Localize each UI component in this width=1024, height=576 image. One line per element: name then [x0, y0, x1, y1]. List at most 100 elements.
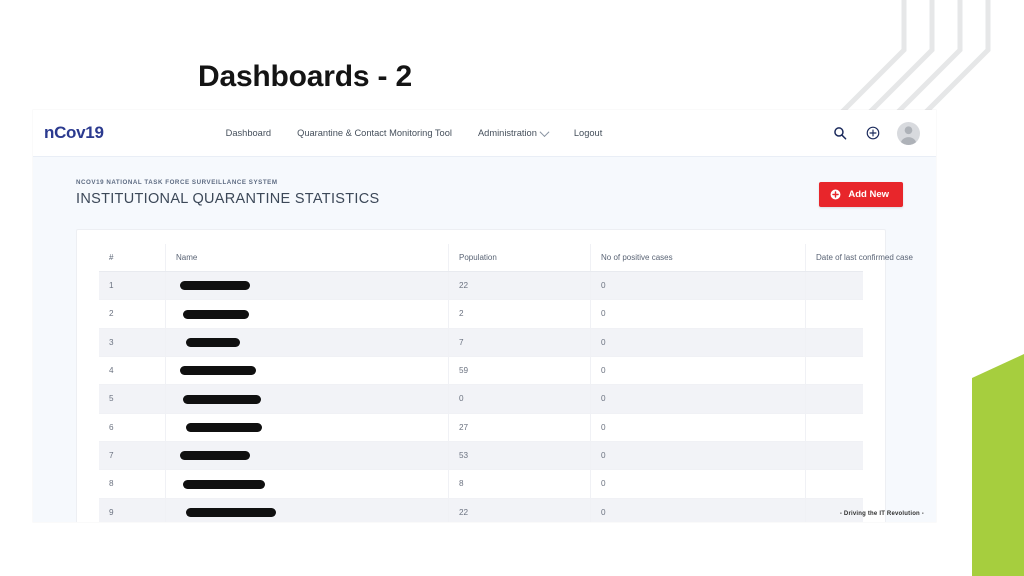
cell-positive-cases: 0 — [590, 441, 806, 471]
nav-item-administration[interactable]: Administration — [477, 126, 550, 138]
column-header-population[interactable]: Population — [448, 244, 591, 272]
cell-name-redacted — [165, 328, 449, 357]
cell-last-confirmed — [805, 299, 863, 329]
table-body: 1 22 0 2 2 0 3 7 0 4 59 0 5 0 0 6 27 0 7 53 0 8 8 0 9 22 0 — [99, 271, 863, 522]
redaction-mark — [183, 479, 265, 489]
cell-population: 22 — [448, 271, 591, 301]
cell-positive-cases: 0 — [590, 356, 806, 386]
column-header-last-confirmed[interactable]: Date of last confirmed case — [805, 244, 913, 272]
cell-index: 5 — [99, 384, 166, 414]
chevron-down-icon — [539, 126, 550, 137]
avatar[interactable] — [897, 121, 920, 145]
cell-population: 22 — [448, 498, 591, 522]
column-header-name[interactable]: Name — [165, 244, 449, 272]
cell-name-redacted — [165, 498, 449, 522]
cell-index: 9 — [99, 498, 166, 522]
table-row[interactable]: 4 59 0 — [99, 356, 863, 386]
cell-name-redacted — [165, 356, 449, 386]
cell-index: 3 — [99, 328, 166, 357]
cell-population: 53 — [448, 441, 591, 471]
plus-circle-icon[interactable] — [864, 124, 882, 142]
table-header: # Name Population No of positive cases D… — [99, 244, 913, 272]
nav-item-logout[interactable]: Logout — [574, 128, 602, 138]
cell-index: 4 — [99, 356, 166, 386]
nav-item-label: Logout — [573, 128, 603, 138]
cell-last-confirmed — [805, 271, 863, 301]
cell-population: 8 — [448, 469, 591, 499]
nav-item-label: Administration — [477, 128, 537, 138]
table-row[interactable]: 7 53 0 — [99, 441, 863, 471]
page-title: Dashboards - 2 — [198, 60, 412, 93]
cell-positive-cases: 0 — [590, 384, 806, 414]
redaction-mark — [180, 366, 256, 376]
footer-tagline: - Driving the IT Revolution - — [839, 511, 924, 517]
cell-index: 8 — [99, 469, 166, 499]
cell-name-redacted — [165, 413, 449, 442]
cell-last-confirmed — [805, 328, 863, 357]
cell-name-redacted — [165, 469, 449, 499]
top-navbar: nCov19 Dashboard Quarantine & Contact Mo… — [33, 110, 936, 157]
add-new-button[interactable]: Add New — [819, 182, 903, 207]
cell-positive-cases: 0 — [590, 413, 806, 442]
redaction-mark — [186, 422, 262, 432]
table-row[interactable]: 880 — [99, 469, 863, 499]
page-header: NCOV19 NATIONAL TASK FORCE SURVEILLANCE … — [33, 157, 936, 207]
column-header-positive-cases[interactable]: No of positive cases — [590, 244, 806, 272]
cell-positive-cases: 0 — [590, 299, 806, 329]
table-header-row: # Name Population No of positive cases D… — [99, 244, 913, 272]
table-row[interactable]: 1 22 0 — [99, 271, 863, 301]
green-accent-shape — [972, 354, 1024, 576]
quarantine-statistics-table: # Name Population No of positive cases D… — [99, 244, 913, 522]
table-row[interactable]: 3 70 — [99, 328, 863, 357]
system-eyebrow-label: NCOV19 NATIONAL TASK FORCE SURVEILLANCE … — [76, 179, 278, 186]
embedded-screenshot: nCov19 Dashboard Quarantine & Contact Mo… — [33, 110, 936, 522]
table-row[interactable]: 220 — [99, 299, 863, 329]
cell-last-confirmed — [805, 469, 863, 499]
cell-name-redacted — [165, 441, 449, 471]
cell-population: 7 — [448, 328, 591, 357]
cell-index: 6 — [99, 413, 166, 442]
column-header-index[interactable]: # — [99, 244, 166, 272]
plus-circle-icon — [830, 189, 841, 200]
nav-links: Dashboard Quarantine & Contact Monitorin… — [226, 126, 602, 138]
cell-population: 2 — [448, 299, 591, 329]
cell-name-redacted — [165, 384, 449, 414]
table-row[interactable]: 5 00 — [99, 384, 863, 414]
table-row[interactable]: 6 27 0 — [99, 413, 863, 442]
cell-last-confirmed — [805, 413, 863, 442]
redaction-mark — [183, 309, 249, 319]
page-body: NCOV19 NATIONAL TASK FORCE SURVEILLANCE … — [33, 157, 936, 522]
redaction-mark — [180, 281, 250, 291]
nav-actions — [831, 121, 920, 145]
cell-index: 1 — [99, 271, 166, 301]
cell-index: 2 — [99, 299, 166, 329]
cell-population: 0 — [448, 384, 591, 414]
statistics-table-card: # Name Population No of positive cases D… — [76, 229, 913, 522]
nav-item-dashboard[interactable]: Dashboard — [226, 128, 271, 138]
cell-positive-cases: 0 — [590, 498, 806, 522]
nav-item-quarantine-tool[interactable]: Quarantine & Contact Monitoring Tool — [297, 128, 452, 138]
brand-logo[interactable]: nCov19 — [44, 123, 104, 143]
redaction-mark — [180, 451, 250, 461]
cell-population: 59 — [448, 356, 591, 386]
redaction-mark — [186, 507, 276, 517]
section-title: INSTITUTIONAL QUARANTINE STATISTICS — [76, 191, 380, 207]
search-icon[interactable] — [831, 124, 849, 142]
page-heading-group: NCOV19 NATIONAL TASK FORCE SURVEILLANCE … — [76, 179, 379, 207]
redaction-mark — [183, 394, 261, 404]
cell-positive-cases: 0 — [590, 469, 806, 499]
cell-last-confirmed — [805, 356, 863, 386]
circuit-trace-decoration — [825, 0, 991, 125]
nav-item-label: Quarantine & Contact Monitoring Tool — [297, 128, 452, 138]
cell-population: 27 — [448, 413, 591, 442]
cell-positive-cases: 0 — [590, 328, 806, 357]
cell-last-confirmed — [805, 441, 863, 471]
add-new-button-label: Add New — [848, 189, 889, 200]
redaction-mark — [186, 337, 240, 347]
cell-positive-cases: 0 — [590, 271, 806, 301]
cell-name-redacted — [165, 299, 449, 329]
nav-item-label: Dashboard — [225, 128, 272, 138]
cell-name-redacted — [165, 271, 449, 301]
table-row[interactable]: 9 22 0 — [99, 498, 863, 522]
cell-index: 7 — [99, 441, 166, 471]
